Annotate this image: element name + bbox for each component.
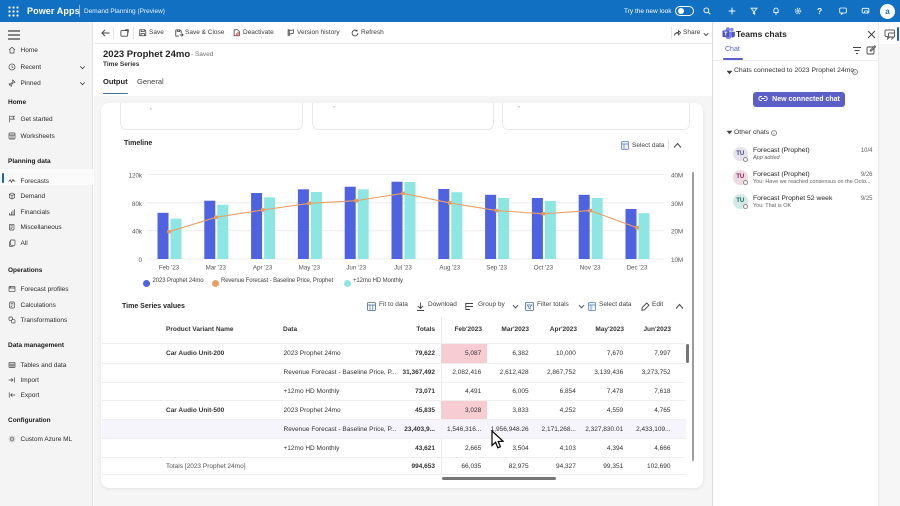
svg-text:Jul '23: Jul '23 [394,265,412,272]
svg-text:May '23: May '23 [299,265,321,272]
svg-text:Apr '23: Apr '23 [253,265,273,272]
svg-text:40M: 40M [671,173,683,180]
svg-text:Aug '23: Aug '23 [439,265,460,272]
svg-text:Jun '23: Jun '23 [346,265,366,272]
svg-text:Sep '23: Sep '23 [486,265,507,272]
svg-text:Feb '23: Feb '23 [159,265,180,272]
svg-text:Mar '23: Mar '23 [206,265,227,272]
svg-text:0: 0 [139,257,143,264]
svg-text:Dec '23: Dec '23 [627,265,648,272]
svg-text:30M: 30M [671,201,683,208]
svg-text:80k: 80k [132,201,143,208]
svg-text:Nov '23: Nov '23 [580,265,601,272]
svg-text:40k: 40k [132,229,143,236]
svg-text:Oct '23: Oct '23 [534,265,554,272]
svg-text:20M: 20M [671,229,683,236]
svg-text:120k: 120k [129,173,143,180]
svg-text:10M: 10M [671,257,683,264]
